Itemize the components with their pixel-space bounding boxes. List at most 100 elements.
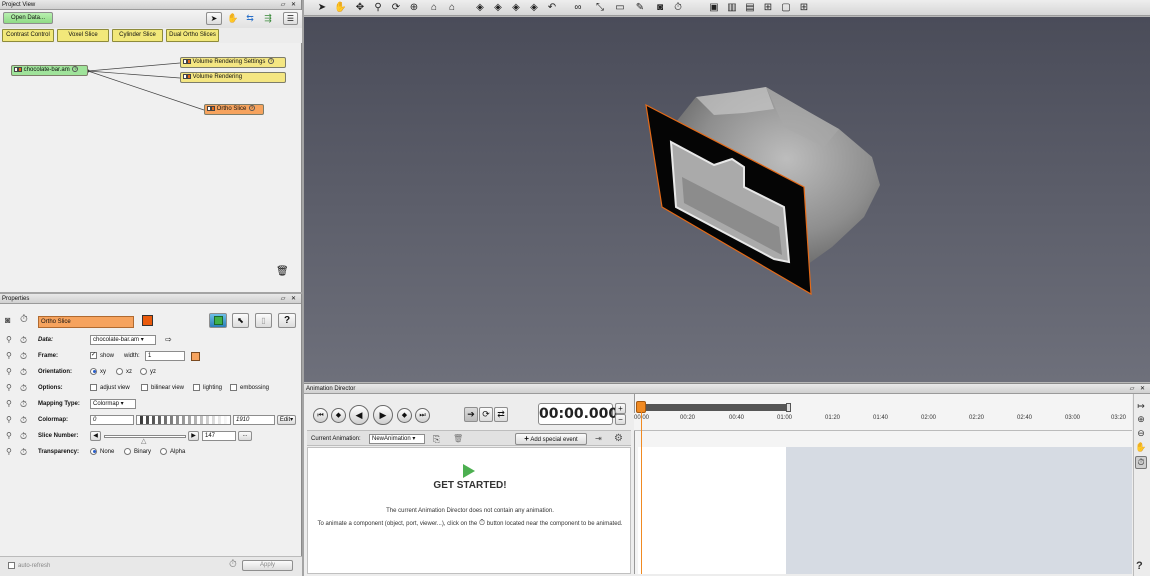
module-volume-rendering[interactable]: Volume Rendering <box>180 72 286 83</box>
help-icon[interactable]: ? <box>1136 560 1143 572</box>
slice-more-button[interactable]: ... <box>238 431 252 441</box>
bilinear-view-checkbox[interactable]: bilinear view <box>141 381 184 395</box>
apply-button[interactable]: Apply <box>242 560 293 571</box>
previous-key-button[interactable]: ◆ <box>331 408 346 423</box>
time-minus-button[interactable]: − <box>615 414 626 425</box>
set-home-icon[interactable]: ⌂ <box>446 3 458 13</box>
colormap-max-input[interactable]: 1910 <box>233 415 275 425</box>
connect-arrow-icon[interactable]: ⇨ <box>165 333 172 347</box>
timeline-range-bar[interactable] <box>638 404 790 411</box>
swing-button[interactable]: ⇄ <box>494 407 508 422</box>
pin-icon[interactable]: ⚲ <box>6 365 12 379</box>
frame-color-swatch[interactable] <box>191 352 200 361</box>
animate-icon[interactable]: ⏱ <box>20 349 27 363</box>
animate-icon[interactable]: ⏱ <box>20 445 27 459</box>
viewer-visibility-button[interactable] <box>209 313 227 328</box>
orientation-xy-radio[interactable]: xy <box>90 365 106 379</box>
snapshot-icon[interactable]: ◙ <box>654 3 666 13</box>
data-select[interactable]: chocolate-bar.am ▾ <box>90 335 156 345</box>
module-name-field[interactable]: Ortho Slice <box>38 316 134 328</box>
seek-icon[interactable]: ⊕ <box>408 3 420 13</box>
frame-width-input[interactable]: 1 <box>145 351 185 361</box>
add-special-event-button[interactable]: + Add special event <box>515 433 587 445</box>
new-animation-icon[interactable]: ⎘ <box>433 431 440 447</box>
pin-icon[interactable]: ⚲ <box>6 445 12 459</box>
node-info-icon[interactable]: ? <box>249 105 256 112</box>
trash-icon[interactable]: 🗑 <box>276 266 289 277</box>
translate-icon[interactable]: ✥ <box>354 3 366 13</box>
play-backward-button[interactable]: ◀ <box>349 405 369 425</box>
slice-number-input[interactable]: 147 <box>202 431 236 441</box>
go-to-end-button[interactable]: ⏭ <box>415 408 430 423</box>
help-button[interactable]: ? <box>278 313 296 328</box>
auto-refresh-checkbox[interactable]: auto-refresh <box>8 562 50 569</box>
transparency-alpha-radio[interactable]: Alpha <box>160 445 185 459</box>
pin-icon[interactable]: ⚲ <box>6 397 12 411</box>
home-icon[interactable]: ⌂ <box>428 3 440 13</box>
3d-viewer[interactable] <box>304 17 1150 382</box>
adjust-view-checkbox[interactable]: adjust view <box>90 381 130 395</box>
frame-show-checkbox[interactable]: ✓ show <box>90 349 114 363</box>
animate-icon[interactable]: ⏱ <box>20 365 27 379</box>
orientation-yz-radio[interactable]: yz <box>140 365 156 379</box>
fit-range-icon[interactable]: ↦ <box>1135 401 1147 412</box>
stereo-icon[interactable]: ∞ <box>572 3 584 13</box>
settings-gear-icon[interactable]: ⚙ <box>614 431 623 447</box>
play-forward-button[interactable]: ▶ <box>373 405 393 425</box>
animate-icon[interactable]: ⏱ <box>20 397 27 411</box>
panel-float-close-icons[interactable]: ▱ ✕ <box>281 294 298 304</box>
projection-icon[interactable]: ▭ <box>614 3 626 13</box>
zoom-out-icon[interactable]: ⊖ <box>1135 428 1147 439</box>
slice-prev-button[interactable]: ◀ <box>90 431 101 441</box>
orientation-xz-radio[interactable]: xz <box>116 365 132 379</box>
animate-icon[interactable]: ⏱ <box>20 413 27 427</box>
animate-icon[interactable]: ⏱ <box>672 3 684 13</box>
pin-icon[interactable]: ⚲ <box>6 429 12 443</box>
render-canvas[interactable] <box>304 17 1150 382</box>
colormap-min-input[interactable]: 0 <box>90 415 134 425</box>
lock-button[interactable]: ▯ <box>255 313 272 328</box>
layout-quad-icon[interactable]: ⊞ <box>762 3 774 13</box>
pin-icon[interactable]: ⚲ <box>6 413 12 427</box>
slice-next-button[interactable]: ▶ <box>188 431 199 441</box>
node-info-icon[interactable]: ? <box>72 66 79 73</box>
layout-split-h-icon[interactable]: ▤ <box>744 3 756 13</box>
view-x-icon[interactable]: ◈ <box>474 3 486 13</box>
animate-icon[interactable]: ⏱ <box>229 559 237 570</box>
embossing-checkbox[interactable]: embossing <box>230 381 269 395</box>
render-mode-icon[interactable]: ✎ <box>634 3 646 13</box>
module-volume-rendering-settings[interactable]: Volume Rendering Settings ? <box>180 57 286 68</box>
play-once-button[interactable]: ➔ <box>464 407 478 422</box>
layout-empty-icon[interactable]: ▢ <box>780 3 792 13</box>
animate-toggle-icon[interactable]: ⏱ <box>1135 456 1147 469</box>
pan-hand-icon[interactable]: ✋ <box>1135 442 1147 453</box>
node-info-icon[interactable]: ? <box>268 58 275 65</box>
time-display[interactable]: 00:00.000 <box>538 403 618 425</box>
pointer-icon[interactable]: ➤ <box>316 3 328 13</box>
time-plus-button[interactable]: + <box>615 403 626 414</box>
panel-float-close-icons[interactable]: ▱ ✕ <box>1130 384 1147 394</box>
rotate-left-icon[interactable]: ↶ <box>546 3 558 13</box>
event-list-icon[interactable]: ⇥ <box>595 431 602 447</box>
lighting-checkbox[interactable]: lighting <box>193 381 222 395</box>
animate-icon[interactable]: ⏱ <box>20 381 27 395</box>
view-z-icon[interactable]: ◈ <box>510 3 522 13</box>
animate-icon[interactable]: ⏱ <box>20 333 27 347</box>
delete-animation-icon[interactable]: 🗑 <box>453 431 463 447</box>
module-ortho-slice[interactable]: Ortho Slice ? <box>204 104 264 115</box>
hand-icon[interactable]: ✋ <box>334 3 346 13</box>
animate-icon[interactable]: ⏱ <box>20 314 28 325</box>
rotate-icon[interactable]: ⟳ <box>390 3 402 13</box>
pin-icon[interactable]: ⚲ <box>6 381 12 395</box>
layout-grid-icon[interactable]: ⊞ <box>798 3 810 13</box>
go-to-start-button[interactable]: ⏮ <box>313 408 328 423</box>
view-y-icon[interactable]: ◈ <box>492 3 504 13</box>
mapping-type-select[interactable]: Colormap ▾ <box>90 399 136 409</box>
colormap-edit-button[interactable]: Edit▾ <box>277 415 296 425</box>
zoom-in-icon[interactable]: ⊕ <box>1135 414 1147 425</box>
transparency-binary-radio[interactable]: Binary <box>124 445 151 459</box>
transparency-none-radio[interactable]: None <box>90 445 114 459</box>
camera-icon[interactable]: ◙ <box>5 315 10 325</box>
layout-split-v-icon[interactable]: ▥ <box>726 3 738 13</box>
zoom-icon[interactable]: ⚲ <box>372 3 384 13</box>
